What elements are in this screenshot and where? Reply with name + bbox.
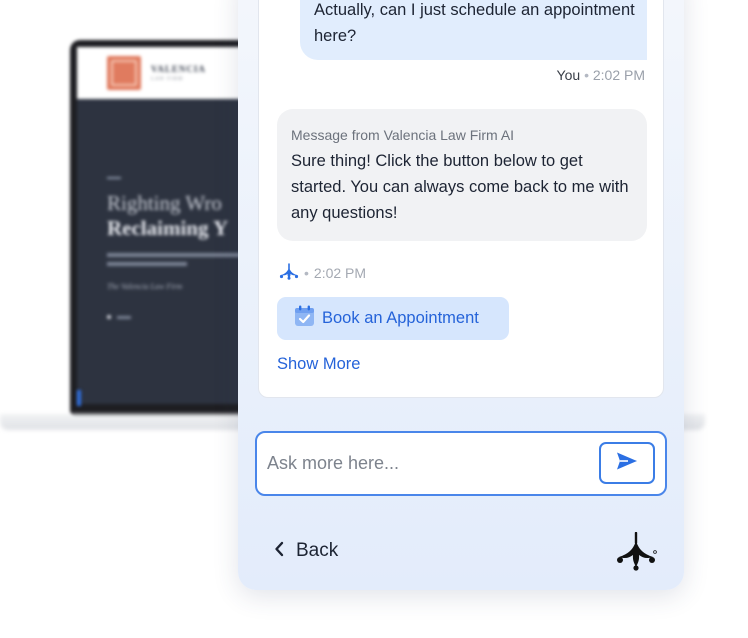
bot-message-time: 2:02 PM: [313, 265, 367, 281]
calendar-check-icon: [294, 305, 315, 332]
hero-link-text: [117, 315, 131, 319]
chat-input-box: [255, 431, 667, 496]
back-button[interactable]: Back: [274, 540, 338, 562]
brand-logo-icon: [616, 531, 658, 577]
background-accent: [77, 390, 81, 406]
meta-separator: •: [584, 67, 589, 83]
user-sender: You: [556, 67, 581, 83]
chevron-left-icon: [274, 541, 284, 562]
bot-avatar-icon: [279, 263, 299, 283]
site-logo-name: VALENCIA: [151, 64, 206, 74]
show-more-link[interactable]: Show More: [277, 355, 360, 374]
user-message-text: Actually, can I just schedule an appoint…: [314, 1, 635, 45]
book-appointment-label: Book an Appointment: [322, 309, 479, 327]
bot-sender-label: Message from Valencia Law Firm AI: [291, 127, 515, 143]
site-logo-sub: LAW FIRM: [151, 77, 184, 82]
bot-message-meta: • 2:02 PM: [279, 263, 366, 283]
chat-input[interactable]: [267, 447, 587, 479]
message-list[interactable]: Actually, can I just schedule an appoint…: [258, 0, 664, 398]
send-icon: [615, 451, 639, 476]
user-message-time: 2:02 PM: [592, 67, 645, 83]
bot-message-text: Sure thing! Click the button below to ge…: [291, 152, 629, 222]
user-message-bubble: Actually, can I just schedule an appoint…: [300, 0, 647, 60]
back-label: Back: [296, 540, 339, 561]
bot-message-bubble: Message from Valencia Law Firm AI Sure t…: [277, 109, 647, 241]
site-logo-icon: [107, 56, 141, 90]
user-message-meta: You • 2:02 PM: [557, 67, 645, 83]
book-appointment-button[interactable]: Book an Appointment: [277, 297, 509, 340]
hero-body-text: [107, 262, 187, 266]
bullet-icon: [107, 315, 111, 319]
send-button[interactable]: [599, 442, 655, 484]
hero-dash: [107, 177, 121, 179]
screen: VALENCIA LAW FIRM Righting Wro Reclaimin…: [0, 0, 748, 638]
site-logo-text: VALENCIA LAW FIRM: [151, 64, 206, 82]
chat-widget: Actually, can I just schedule an appoint…: [238, 0, 684, 590]
meta-separator: •: [304, 265, 309, 281]
